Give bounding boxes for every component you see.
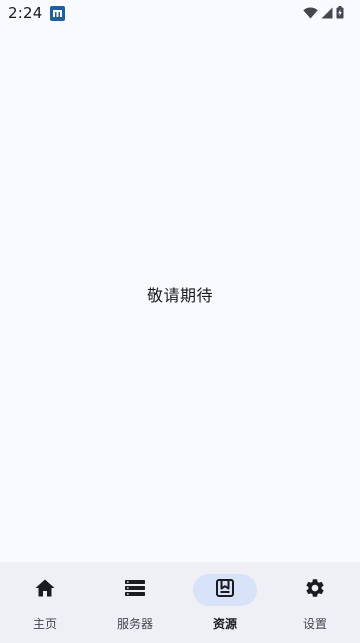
nav-label-home: 主页 xyxy=(32,617,57,631)
bottom-navigation-bar: 主页 服务器 资源 设置 xyxy=(0,562,360,643)
nav-label-resources: 资源 xyxy=(212,617,237,631)
nav-icon-container xyxy=(103,574,167,606)
coming-soon-text: 敬请期待 xyxy=(146,286,213,305)
nav-icon-container xyxy=(13,574,77,606)
status-time: 2:24 xyxy=(8,4,43,22)
nav-icon-container-active xyxy=(193,574,257,606)
battery-charging-icon xyxy=(336,4,344,23)
nav-item-settings[interactable]: 设置 xyxy=(270,562,360,643)
server-list-icon xyxy=(124,579,146,601)
nav-label-settings: 设置 xyxy=(302,617,327,631)
gear-icon xyxy=(304,577,326,603)
notification-app-icon xyxy=(50,5,66,21)
status-right xyxy=(303,4,352,23)
cellular-signal-icon xyxy=(321,4,333,23)
status-bar: 2:24 xyxy=(0,0,360,26)
nav-icon-container xyxy=(283,574,347,606)
wifi-icon xyxy=(303,4,318,23)
home-icon xyxy=(34,578,56,602)
nav-item-resources[interactable]: 资源 xyxy=(180,562,270,643)
nav-item-servers[interactable]: 服务器 xyxy=(90,562,180,643)
main-content: 敬请期待 xyxy=(0,26,360,562)
status-left: 2:24 xyxy=(8,4,66,22)
bookmark-box-icon xyxy=(215,578,235,602)
nav-label-servers: 服务器 xyxy=(116,617,153,631)
nav-item-home[interactable]: 主页 xyxy=(0,562,90,643)
